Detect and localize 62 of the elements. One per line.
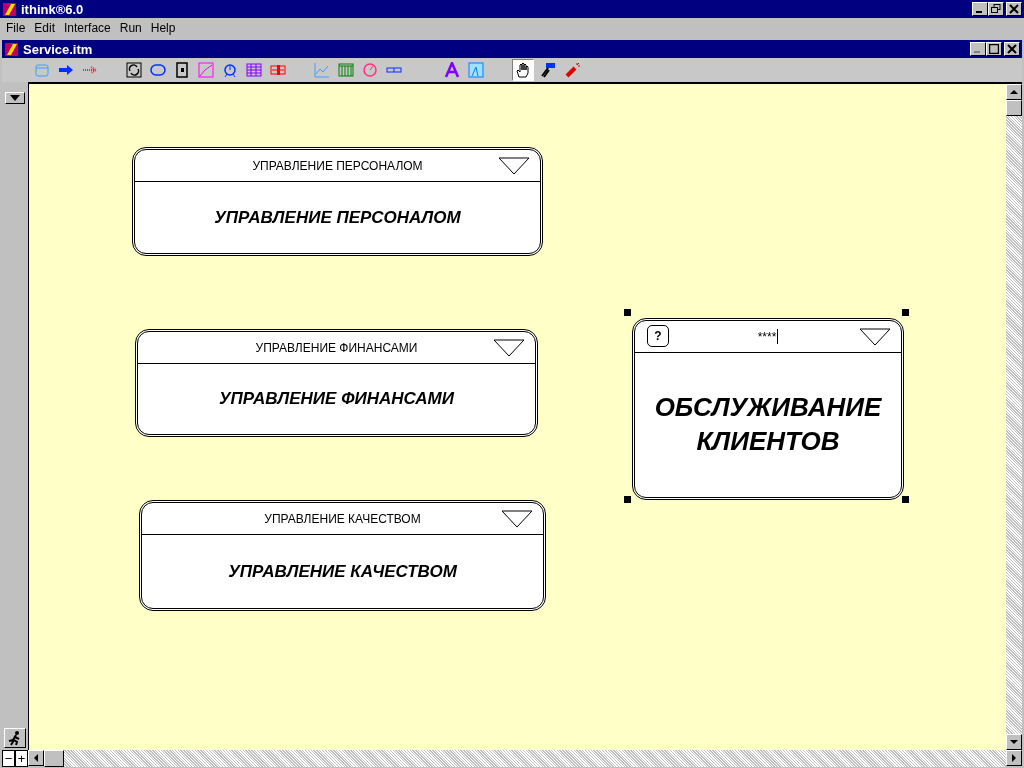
module-title: УПРАВЛЕНИЕ КАЧЕСТВОМ	[228, 561, 457, 582]
scroll-down-button[interactable]	[1006, 734, 1022, 750]
dropdown-triangle-icon[interactable]	[859, 328, 891, 346]
menu-item[interactable]: Help	[146, 20, 181, 35]
menu-item[interactable]: File	[2, 20, 31, 35]
caret-icon	[10, 95, 20, 101]
menu-item[interactable]: Edit	[30, 20, 61, 35]
module-title: УПРАВЛЕНИЕ ПЕРСОНАЛОМ	[214, 207, 461, 228]
module-panel[interactable]: ? **** ОБСЛУЖИВАНИЕ КЛИЕНТОВ	[632, 318, 904, 500]
document-logo-icon	[4, 41, 20, 57]
app-logo-icon	[2, 1, 18, 17]
selection-handle[interactable]	[624, 496, 631, 503]
document-title: Service.itm	[23, 41, 93, 57]
app-title: ithink®6.0	[21, 1, 84, 17]
flow-arrow-icon[interactable]	[58, 62, 74, 78]
restore-button[interactable]	[988, 2, 1004, 16]
selection-handle[interactable]	[902, 309, 909, 316]
switch-icon[interactable]	[174, 62, 190, 78]
maximize-button[interactable]	[986, 42, 1002, 56]
menu-item[interactable]: Run	[115, 20, 147, 35]
menu-item[interactable]: Interface	[60, 20, 116, 35]
right-arrow-icon	[1012, 754, 1016, 762]
cycle-icon[interactable]	[126, 62, 142, 78]
module-header: ****	[757, 329, 777, 344]
module-title: ОБСЛУЖИВАНИЕ КЛИЕНТОВ	[653, 391, 883, 458]
gauge-icon[interactable]	[222, 62, 238, 78]
dropdown-triangle-icon[interactable]	[493, 339, 525, 357]
scroll-thumb[interactable]	[1006, 100, 1022, 116]
minimize-icon	[974, 51, 980, 53]
selection-handle[interactable]	[902, 496, 909, 503]
up-arrow-icon	[1010, 90, 1018, 94]
module-panel[interactable]: УПРАВЛЕНИЕ КАЧЕСТВОМ УПРАВЛЕНИЕ КАЧЕСТВОМ	[139, 500, 546, 611]
dropdown-triangle-icon[interactable]	[498, 157, 530, 175]
minimize-button[interactable]	[972, 2, 988, 16]
run-button[interactable]	[4, 728, 26, 748]
table-icon[interactable]	[246, 62, 262, 78]
zoom-button[interactable]: −	[2, 750, 15, 767]
help-button[interactable]: ?	[647, 325, 669, 347]
module-title: УПРАВЛЕНИЕ ФИНАНСАМИ	[219, 389, 454, 409]
zoom-button[interactable]: +	[15, 750, 28, 767]
selection-handle[interactable]	[624, 309, 631, 316]
minimize-icon	[976, 11, 982, 13]
close-button[interactable]	[1006, 2, 1022, 16]
scroll-up-button[interactable]	[1006, 84, 1022, 100]
hand-icon[interactable]	[512, 59, 534, 81]
scroll-left-button[interactable]	[28, 750, 44, 766]
dropdown-triangle-icon[interactable]	[501, 510, 533, 528]
scroll-right-button[interactable]	[1006, 750, 1022, 766]
module-panel[interactable]: УПРАВЛЕНИЕ ПЕРСОНАЛОМ УПРАВЛЕНИЕ ПЕРСОНАЛОМ	[132, 147, 543, 256]
text-tool-icon[interactable]	[444, 62, 460, 78]
down-arrow-icon	[1010, 740, 1018, 744]
module-header: УПРАВЛЕНИЕ ФИНАНСАМИ	[255, 340, 418, 355]
scroll-thumb[interactable]	[44, 750, 64, 767]
close-button[interactable]	[1004, 42, 1020, 56]
slider-icon[interactable]	[270, 62, 286, 78]
left-arrow-icon	[34, 754, 38, 762]
text-cursor	[777, 329, 779, 344]
dropdown-button[interactable]	[5, 92, 25, 104]
module-header: УПРАВЛЕНИЕ ПЕРСОНАЛОМ	[252, 158, 423, 173]
module-panel[interactable]: УПРАВЛЕНИЕ ФИНАНСАМИ УПРАВЛЕНИЕ ФИНАНСАМИ	[135, 329, 538, 437]
minimize-button[interactable]	[970, 42, 986, 56]
module-header: УПРАВЛЕНИЕ КАЧЕСТВОМ	[264, 511, 421, 526]
